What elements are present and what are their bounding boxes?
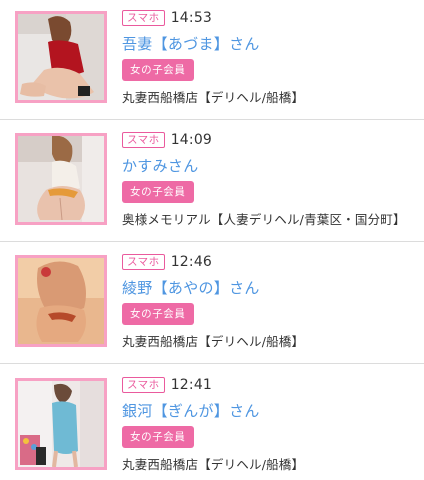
post-meta: スマホ 14:09 [122,131,212,149]
shop-label: 丸妻西船橋店【デリヘル/船橋】 [122,90,305,105]
girl-name-link[interactable]: 銀河【ぎんが】さん [122,400,260,421]
post-time: 12:46 [170,254,213,270]
post-meta: スマホ 12:46 [122,253,212,271]
profile-photo[interactable] [15,378,107,470]
list-item: スマホ 14:09 かすみさん 女の子会員 奥様メモリアル【人妻デリヘル/青葉区… [0,120,424,242]
smartphone-badge: スマホ [122,254,165,270]
post-list: スマホ 14:53 吾妻【あづま】さん 女の子会員 丸妻西船橋店【デリヘル/船橋… [0,0,424,480]
post-time: 14:09 [170,132,213,148]
member-badge: 女の子会員 [122,303,194,325]
profile-photo[interactable] [15,133,107,225]
girl-name-link[interactable]: 綾野【あやの】さん [122,277,260,298]
list-item: スマホ 14:53 吾妻【あづま】さん 女の子会員 丸妻西船橋店【デリヘル/船橋… [0,0,424,120]
shop-label: 丸妻西船橋店【デリヘル/船橋】 [122,457,305,472]
member-badge: 女の子会員 [122,426,194,448]
member-badge: 女の子会員 [122,59,194,81]
profile-photo[interactable] [15,255,107,347]
post-time: 12:41 [170,377,213,393]
shop-label: 奥様メモリアル【人妻デリヘル/青葉区・国分町】 [122,212,406,227]
smartphone-badge: スマホ [122,377,165,393]
list-item: スマホ 12:41 銀河【ぎんが】さん 女の子会員 丸妻西船橋店【デリヘル/船橋… [0,365,424,480]
post-meta: スマホ 12:41 [122,376,212,394]
member-badge: 女の子会員 [122,181,194,203]
profile-photo[interactable] [15,11,107,103]
smartphone-badge: スマホ [122,132,165,148]
smartphone-badge: スマホ [122,10,165,26]
post-time: 14:53 [170,10,213,26]
girl-name-link[interactable]: 吾妻【あづま】さん [122,33,260,54]
shop-label: 丸妻西船橋店【デリヘル/船橋】 [122,334,305,349]
girl-name-link[interactable]: かすみさん [122,155,199,176]
post-meta: スマホ 14:53 [122,9,212,27]
list-item: スマホ 12:46 綾野【あやの】さん 女の子会員 丸妻西船橋店【デリヘル/船橋… [0,242,424,364]
